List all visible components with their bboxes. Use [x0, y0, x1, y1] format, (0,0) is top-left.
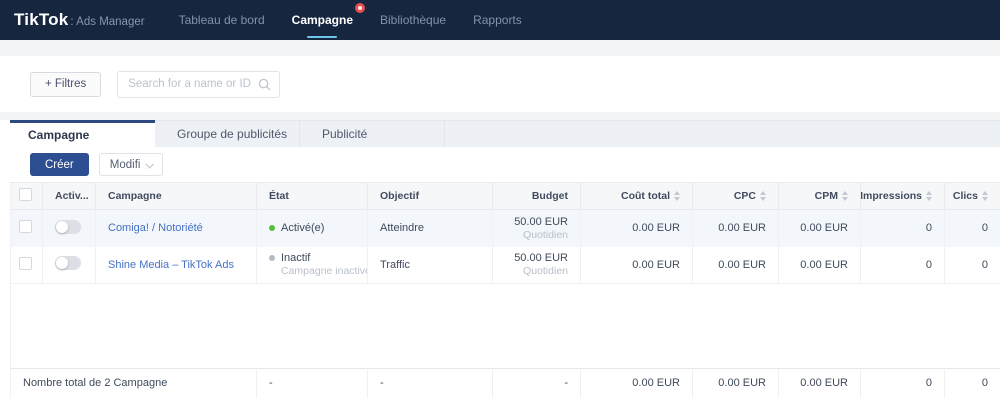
sort-icon[interactable] [674, 191, 680, 201]
page-gap [0, 112, 1000, 120]
col-header-cpc[interactable]: CPC [692, 182, 779, 210]
nav-item-campagne[interactable]: Campagne [290, 3, 366, 38]
nav-menu: Tableau de bord Campagne Bibliothèque Ra… [177, 3, 524, 38]
clics-cell: 0 [944, 246, 1000, 284]
campaign-table: Activ... Campagne État Objectif Budget C… [10, 182, 1000, 398]
table-row-comiga: Comiga! / Notoriété Activé(e) Atteindre … [10, 209, 1000, 247]
footer-objectif: - [367, 368, 493, 398]
budget-cell: 50.00 EUR Quotidien [492, 246, 581, 284]
nav-item-bibliotheque[interactable]: Bibliothèque [378, 9, 448, 31]
header-checkbox-cell [10, 182, 43, 210]
logo-suffix: : Ads Manager [70, 16, 145, 28]
create-button[interactable]: Créer [30, 153, 89, 176]
filter-bar: + Filtres [0, 56, 1000, 112]
campaign-active-toggle[interactable] [55, 256, 81, 271]
tiktok-ads-manager-logo: TikTok : Ads Manager [14, 10, 145, 30]
campaign-active-toggle[interactable] [55, 219, 81, 234]
entity-tabs: Campagne Groupe de publicités Publicité [0, 120, 1000, 147]
status-detail: Campagne inactive [281, 265, 368, 278]
cpm-cell: 0.00 EUR [778, 209, 861, 247]
campaign-toolbar: Créer Modifi [0, 147, 1000, 182]
page-gap [0, 40, 1000, 56]
sort-icon[interactable] [760, 191, 766, 201]
sort-icon[interactable] [842, 191, 848, 201]
tab-publicite[interactable]: Publicité [300, 120, 445, 147]
tab-groupe-de-publicites[interactable]: Groupe de publicités [155, 120, 300, 147]
status-dot-icon [269, 225, 275, 232]
search-field-wrap [117, 70, 281, 98]
cpc-cell: 0.00 EUR [692, 209, 779, 247]
table-header-row: Activ... Campagne État Objectif Budget C… [10, 182, 1000, 210]
col-header-etat: État [256, 182, 368, 210]
top-nav: TikTok : Ads Manager Tableau de bord Cam… [0, 0, 1000, 40]
table-footer-row: Nombre total de 2 Campagne - - - 0.00 EU… [10, 368, 1000, 398]
clics-cell: 0 [944, 209, 1000, 247]
modify-button[interactable]: Modifi [98, 153, 164, 176]
row-checkbox[interactable] [19, 220, 32, 234]
status-dot-icon [269, 255, 275, 262]
col-header-cout-total[interactable]: Coût total [580, 182, 693, 210]
cpm-cell: 0.00 EUR [778, 246, 861, 284]
footer-etat: - [256, 368, 368, 398]
sort-icon[interactable] [982, 191, 988, 201]
table-row-shine-media: Shine Media – TikTok Ads Inactif Campagn… [10, 246, 1000, 284]
search-icon [258, 78, 271, 91]
notification-badge-icon [355, 3, 366, 13]
row-checkbox[interactable] [19, 256, 32, 270]
impressions-cell: 0 [860, 209, 945, 247]
active-tab-underline [307, 36, 338, 38]
footer-clics: 0 [944, 368, 1000, 398]
tab-campagne[interactable]: Campagne [10, 120, 155, 147]
footer-budget: - [492, 368, 581, 398]
logo-tiktok: TikTok [14, 10, 69, 29]
objective-cell: Atteindre [367, 209, 493, 247]
footer-cpc: 0.00 EUR [692, 368, 779, 398]
filters-button[interactable]: + Filtres [30, 71, 102, 97]
footer-cout-total: 0.00 EUR [580, 368, 693, 398]
empty-table-space [10, 283, 1000, 369]
objective-cell: Traffic [367, 246, 493, 284]
nav-item-rapports[interactable]: Rapports [471, 9, 524, 31]
col-header-impressions[interactable]: Impressions [860, 182, 945, 210]
cpc-cell: 0.00 EUR [692, 246, 779, 284]
cost-total-cell: 0.00 EUR [580, 209, 693, 247]
search-input[interactable] [117, 70, 281, 98]
cost-total-cell: 0.00 EUR [580, 246, 693, 284]
nav-item-tableau-de-bord[interactable]: Tableau de bord [177, 9, 267, 31]
footer-cpm: 0.00 EUR [778, 368, 861, 398]
campaign-name-link[interactable]: Shine Media – TikTok Ads [108, 259, 234, 271]
tab-strip-filler [445, 120, 1000, 147]
impressions-cell: 0 [860, 246, 945, 284]
chevron-down-icon [145, 159, 155, 169]
total-count-label: Nombre total de 2 Campagne [10, 368, 257, 398]
budget-cell: 50.00 EUR Quotidien [492, 209, 581, 247]
col-header-cpm[interactable]: CPM [778, 182, 861, 210]
status-label: Inactif [281, 252, 311, 265]
footer-impressions: 0 [860, 368, 945, 398]
col-header-active: Activ... [42, 182, 96, 210]
select-all-checkbox[interactable] [19, 188, 32, 201]
col-header-objectif: Objectif [367, 182, 493, 210]
col-header-clics[interactable]: Clics [944, 182, 1000, 210]
sort-icon[interactable] [926, 191, 932, 201]
col-header-campagne: Campagne [95, 182, 257, 210]
campaign-name-link[interactable]: Comiga! / Notoriété [108, 222, 203, 234]
col-header-budget: Budget [492, 182, 581, 210]
status-label: Activé(e) [281, 222, 325, 235]
